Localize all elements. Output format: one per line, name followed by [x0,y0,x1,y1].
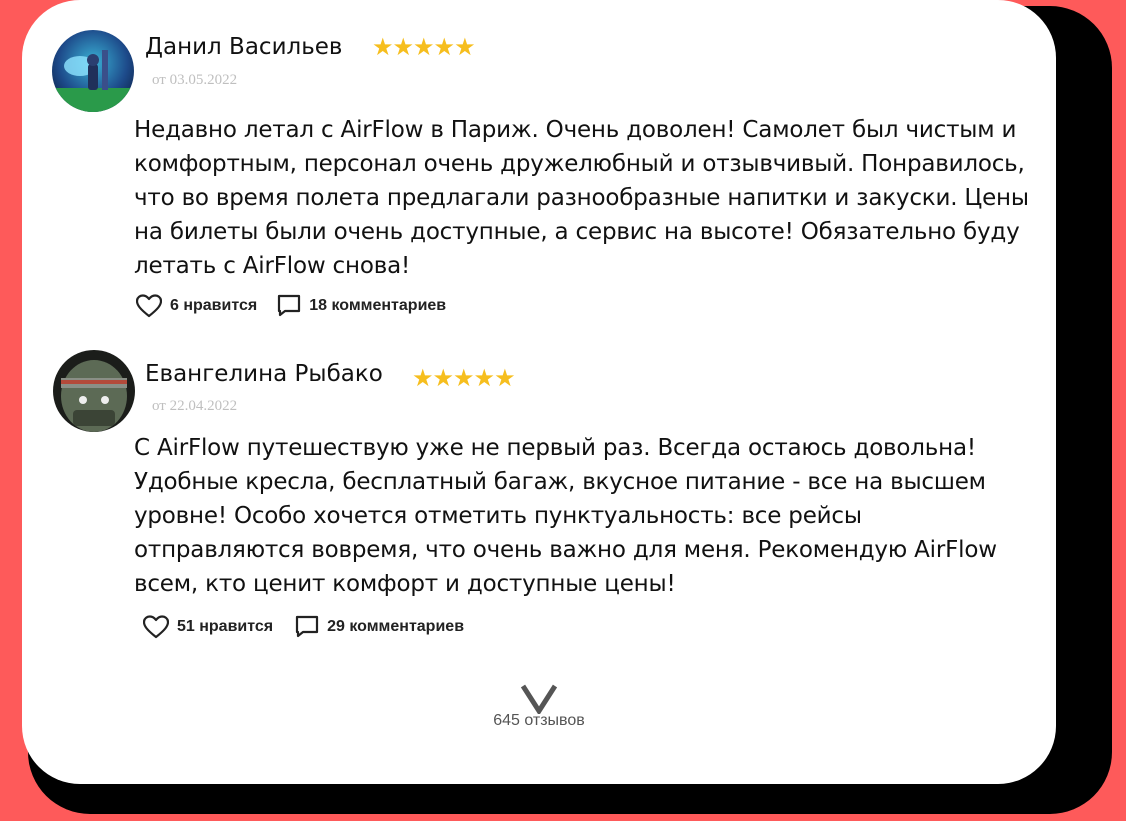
review-actions: 6 нравится 18 комментариев [136,294,446,318]
comments-count: 18 комментариев [309,297,447,314]
heart-icon [143,615,169,639]
reviews-card: Данил Васильев ★★★★★ от 03.05.2022 Недав… [22,0,1056,784]
like-button[interactable]: 51 нравится [143,615,273,639]
comments-count: 29 комментариев [327,618,465,635]
review-date: от 03.05.2022 [152,72,238,88]
review-date: от 22.04.2022 [152,398,238,414]
likes-count: 6 нравится [170,297,258,314]
review-text: Недавно летал с AirFlow в Париж. Очень д… [134,117,1029,279]
comment-icon [278,294,301,317]
chevron-down-icon[interactable] [520,684,558,714]
author-name[interactable]: Данил Васильев [145,34,343,60]
heart-icon [136,294,162,318]
show-more-reviews[interactable]: 645 отзывов [22,684,1056,730]
review-actions: 51 нравится 29 комментариев [143,615,464,639]
avatar[interactable] [52,30,134,112]
like-button[interactable]: 6 нравится [136,294,257,318]
comment-icon [296,615,319,638]
rating-stars: ★★★★★ [412,364,516,392]
rating-stars: ★★★★★ [372,33,476,61]
review-text: С AirFlow путешествую уже не первый раз.… [134,435,997,597]
likes-count: 51 нравится [177,618,274,635]
reviews-count: 645 отзывов [493,712,585,729]
author-name[interactable]: Евангелина Рыбако [145,361,383,387]
comments-button[interactable]: 29 комментариев [295,615,464,639]
avatar[interactable] [53,350,135,432]
comments-button[interactable]: 18 комментариев [277,294,446,318]
